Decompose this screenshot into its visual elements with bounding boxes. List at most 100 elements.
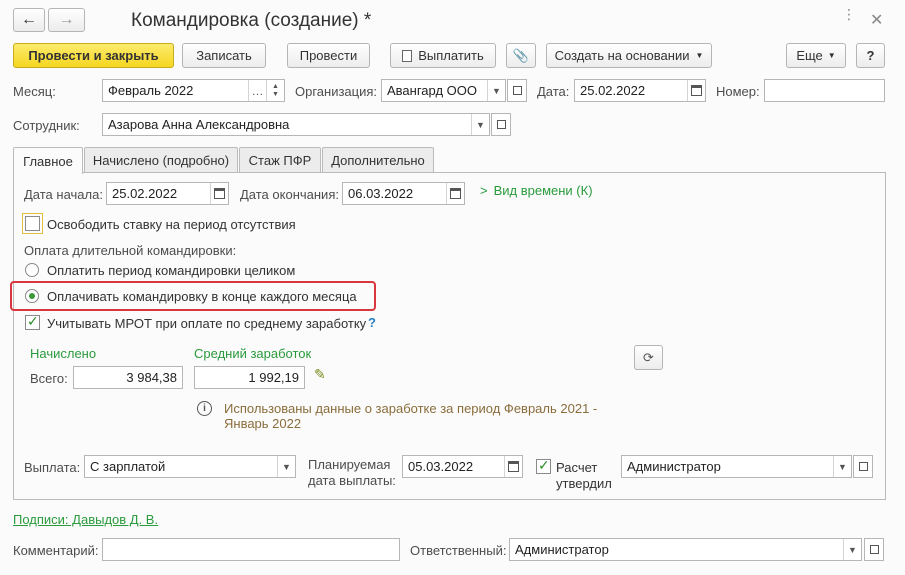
- responsible-dropdown[interactable]: ▼: [843, 539, 861, 560]
- responsible-label: Ответственный:: [410, 543, 507, 558]
- free-rate-checkbox[interactable]: [25, 216, 40, 231]
- organization-dropdown[interactable]: ▼: [487, 80, 505, 101]
- open-icon: [496, 120, 506, 129]
- more-button[interactable]: Еще ▼: [786, 43, 846, 68]
- approver-dropdown[interactable]: ▼: [833, 456, 851, 477]
- organization-label: Организация:: [295, 84, 378, 99]
- end-date-field[interactable]: 06.03.2022: [342, 182, 465, 205]
- create-based-button[interactable]: Создать на основании ▼: [546, 43, 712, 68]
- end-date-label: Дата окончания:: [240, 187, 339, 202]
- pay-whole-label: Оплатить период командировки целиком: [47, 263, 296, 278]
- mrot-help-icon[interactable]: ?: [368, 315, 376, 330]
- month-spinner[interactable]: ▲ ▼: [266, 80, 284, 101]
- close-icon[interactable]: ✕: [870, 10, 883, 30]
- date-field[interactable]: 25.02.2022: [574, 79, 706, 102]
- start-date-field[interactable]: 25.02.2022: [106, 182, 229, 205]
- more-label: Еще: [796, 48, 823, 63]
- open-icon: [512, 86, 522, 95]
- open-icon: [869, 545, 879, 554]
- pay-button[interactable]: Выплатить: [390, 43, 496, 68]
- responsible-field[interactable]: Администратор ▼: [509, 538, 862, 561]
- check-icon: ✓: [538, 457, 550, 473]
- employee-value: Азарова Анна Александровна: [108, 117, 290, 132]
- comment-field[interactable]: [102, 538, 400, 561]
- post-button[interactable]: Провести: [287, 43, 370, 68]
- date-label: Дата:: [537, 84, 570, 99]
- create-based-label: Создать на основании: [554, 48, 690, 63]
- month-select-button[interactable]: …: [248, 80, 266, 101]
- time-kind-text: Вид времени (К): [493, 183, 593, 198]
- attach-button[interactable]: 📎: [506, 43, 536, 68]
- organization-value: Авангард ООО: [387, 83, 477, 98]
- more-menu-icon[interactable]: ⋮: [842, 7, 856, 21]
- dropdown-arrow-icon: ▼: [827, 51, 836, 60]
- pay-whole-radio[interactable]: [25, 263, 39, 277]
- number-field[interactable]: [764, 79, 885, 102]
- info-icon: i: [197, 401, 212, 416]
- document-icon: [402, 49, 413, 62]
- calc-approved-label-1: Расчет: [556, 460, 598, 475]
- approver-open-button[interactable]: [853, 455, 873, 478]
- info-text-line1: Использованы данные о заработке за перио…: [224, 401, 598, 416]
- accrued-header: Начислено: [30, 346, 97, 361]
- organization-field[interactable]: Авангард ООО ▼: [381, 79, 506, 102]
- start-date-value: 25.02.2022: [112, 186, 178, 201]
- start-date-label: Дата начала:: [24, 187, 103, 202]
- responsible-value: Администратор: [515, 542, 609, 557]
- approver-value: Администратор: [627, 459, 721, 474]
- employee-field[interactable]: Азарова Анна Александровна ▼: [102, 113, 490, 136]
- date-calendar-button[interactable]: [687, 80, 705, 101]
- open-icon: [858, 462, 868, 471]
- avg-earnings-header: Средний заработок: [194, 346, 312, 361]
- accrued-value-field: 3 984,38: [73, 366, 183, 389]
- pencil-icon[interactable]: ✎: [314, 366, 326, 383]
- number-label: Номер:: [716, 84, 760, 99]
- calc-approved-checkbox[interactable]: ✓: [536, 457, 551, 474]
- start-date-calendar-button[interactable]: [210, 183, 228, 204]
- responsible-open-button[interactable]: [864, 538, 884, 561]
- employee-open-button[interactable]: [491, 113, 511, 136]
- approver-field[interactable]: Администратор ▼: [621, 455, 852, 478]
- tab-main[interactable]: Главное: [13, 147, 83, 174]
- planned-date-label-1: Планируемая: [308, 457, 391, 472]
- free-rate-label: Освободить ставку на период отсутствия: [47, 217, 296, 232]
- long-trip-label: Оплата длительной командировки:: [24, 243, 237, 258]
- payout-field[interactable]: С зарплатой ▼: [84, 455, 296, 478]
- employee-label: Сотрудник:: [13, 118, 80, 133]
- back-button[interactable]: ←: [13, 8, 45, 32]
- arrow-right-icon: →: [58, 11, 75, 28]
- post-and-close-button[interactable]: Провести и закрыть: [13, 43, 174, 68]
- payout-dropdown[interactable]: ▼: [277, 456, 295, 477]
- payout-label: Выплата:: [24, 460, 81, 475]
- calc-approved-label-2: утвердил: [556, 476, 612, 491]
- planned-date-field[interactable]: 05.03.2022: [402, 455, 523, 478]
- calendar-icon: [691, 85, 702, 96]
- planned-date-value: 05.03.2022: [408, 459, 474, 474]
- refresh-icon: ⟳: [643, 349, 654, 365]
- employee-dropdown[interactable]: ▼: [471, 114, 489, 135]
- signatures-link[interactable]: Подписи: Давыдов Д. В.: [13, 512, 158, 527]
- avg-earnings-field: 1 992,19: [194, 366, 305, 389]
- planned-date-label-2: дата выплаты:: [308, 473, 396, 488]
- month-field[interactable]: Февраль 2022 … ▲ ▼: [102, 79, 285, 102]
- tab-additional[interactable]: Дополнительно: [322, 147, 434, 172]
- comment-label: Комментарий:: [13, 543, 99, 558]
- tab-pfr-experience[interactable]: Стаж ПФР: [239, 147, 321, 172]
- mrot-checkbox[interactable]: ✓: [25, 313, 40, 330]
- save-button[interactable]: Записать: [182, 43, 266, 68]
- organization-open-button[interactable]: [507, 79, 527, 102]
- arrow-left-icon: ←: [21, 11, 37, 28]
- help-button[interactable]: ?: [856, 43, 885, 68]
- time-kind-link[interactable]: > Вид времени (К): [480, 183, 593, 198]
- end-date-value: 06.03.2022: [348, 186, 414, 201]
- chevron-right-icon: >: [480, 183, 488, 198]
- forward-button[interactable]: →: [48, 8, 85, 32]
- pay-monthly-radio[interactable]: [25, 289, 39, 303]
- planned-date-calendar-button[interactable]: [504, 456, 522, 477]
- month-value: Февраль 2022: [108, 83, 194, 98]
- tab-accrued-detail[interactable]: Начислено (подробно): [84, 147, 238, 172]
- paperclip-icon: 📎: [512, 47, 530, 63]
- refresh-button[interactable]: ⟳: [634, 345, 663, 370]
- dropdown-arrow-icon: ▼: [695, 51, 704, 60]
- end-date-calendar-button[interactable]: [446, 183, 464, 204]
